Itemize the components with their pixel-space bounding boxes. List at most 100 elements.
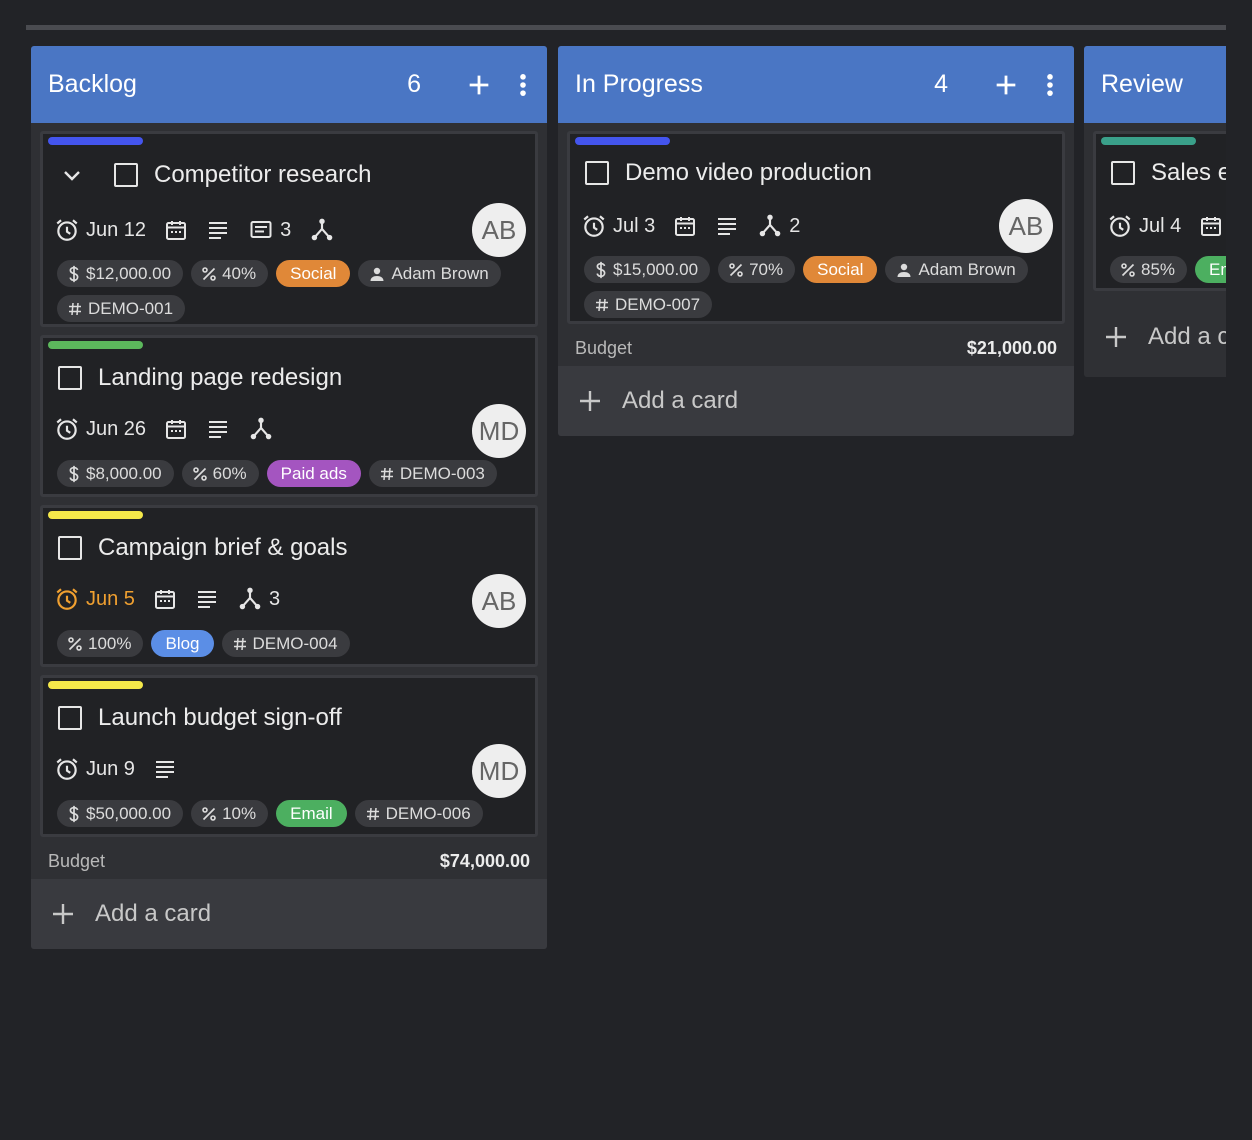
hash-icon xyxy=(596,298,608,311)
card[interactable]: Demo video production Jul 3 2 AB $15,000… xyxy=(567,131,1065,324)
add-card-button[interactable]: Add a card xyxy=(558,366,1074,436)
column-in-progress: In Progress 4 Demo video production Jul … xyxy=(558,46,1074,436)
dollar-icon xyxy=(69,465,79,482)
due-date: Jun 12 xyxy=(54,217,146,243)
progress-chip: 100% xyxy=(57,630,144,657)
progress-chip: 70% xyxy=(718,256,796,283)
calendar-icon xyxy=(154,590,175,609)
card-list: Sales e Jul 4 85% Em xyxy=(1084,123,1226,291)
description-icon xyxy=(209,421,228,438)
category-tag: Paid ads xyxy=(266,460,361,487)
category-tag: Blog xyxy=(151,630,214,657)
column-backlog: Backlog 6 Competitor research Jun 12 3 A… xyxy=(31,46,547,949)
percent-icon xyxy=(68,636,82,651)
assignee-chip: Adam Brown xyxy=(358,260,501,287)
add-icon[interactable] xyxy=(465,71,493,99)
avatar[interactable]: MD xyxy=(472,404,526,458)
color-label xyxy=(48,511,143,519)
avatar[interactable]: AB xyxy=(472,574,526,628)
more-vertical-icon[interactable] xyxy=(1044,71,1056,99)
card-title: Landing page redesign xyxy=(98,364,343,391)
more-vertical-icon[interactable] xyxy=(517,71,529,99)
percent-icon xyxy=(1121,262,1135,277)
alarm-clock-icon xyxy=(56,418,78,440)
description-icon xyxy=(197,591,216,608)
alarm-clock-icon xyxy=(56,588,78,610)
description-icon xyxy=(209,222,228,239)
card[interactable]: Sales e Jul 4 85% Em xyxy=(1093,131,1226,291)
hash-icon xyxy=(69,302,81,315)
percent-icon xyxy=(202,266,216,281)
complete-checkbox[interactable] xyxy=(58,706,82,730)
complete-checkbox[interactable] xyxy=(58,536,82,560)
column-header: Review xyxy=(1084,46,1226,123)
card[interactable]: Launch budget sign-off Jun 9 MD $50,000.… xyxy=(40,675,538,837)
category-tag: Social xyxy=(276,260,351,287)
card-list: Demo video production Jul 3 2 AB $15,000… xyxy=(558,123,1074,324)
percent-icon xyxy=(192,466,207,481)
add-card-button[interactable]: Add a c xyxy=(1084,297,1226,377)
alarm-clock-icon xyxy=(1109,215,1131,237)
plus-icon xyxy=(53,904,73,924)
card-title: Demo video production xyxy=(625,159,872,186)
due-date: Jul 3 xyxy=(581,213,655,239)
add-icon[interactable] xyxy=(992,71,1020,99)
due-date: Jun 9 xyxy=(54,756,135,782)
chevron-down-icon[interactable] xyxy=(60,163,84,187)
complete-checkbox[interactable] xyxy=(114,163,138,187)
color-label xyxy=(48,681,143,689)
complete-checkbox[interactable] xyxy=(1111,161,1135,185)
complete-checkbox[interactable] xyxy=(58,366,82,390)
category-tag: Email xyxy=(276,800,347,827)
column-header: Backlog 6 xyxy=(31,46,547,123)
card-title: Campaign brief & goals xyxy=(98,534,348,561)
card-id-chip: DEMO-007 xyxy=(584,291,713,318)
color-label xyxy=(48,137,143,145)
progress-chip: 85% xyxy=(1110,256,1188,283)
column-card-count: 4 xyxy=(934,70,948,98)
card-id-chip: DEMO-001 xyxy=(57,295,186,322)
color-label xyxy=(1101,137,1196,145)
alarm-clock-icon xyxy=(56,758,78,780)
category-tag: Social xyxy=(803,256,878,283)
description-icon xyxy=(155,761,174,778)
calendar-icon xyxy=(166,221,187,240)
card[interactable]: Campaign brief & goals Jun 5 3 AB 100% B… xyxy=(40,505,538,667)
avatar[interactable]: MD xyxy=(472,744,526,798)
column-title: Backlog xyxy=(48,70,137,98)
subtasks-icon xyxy=(759,214,781,237)
card[interactable]: Competitor research Jun 12 3 AB $12,000.… xyxy=(40,131,538,327)
due-date: Jun 26 xyxy=(54,416,146,442)
color-label xyxy=(575,137,670,145)
card-id-chip: DEMO-003 xyxy=(368,460,497,487)
complete-checkbox[interactable] xyxy=(585,161,609,185)
budget-chip: $12,000.00 xyxy=(57,260,184,287)
person-icon xyxy=(370,267,384,281)
calendar-icon xyxy=(166,420,187,439)
avatar[interactable]: AB xyxy=(472,203,526,257)
progress-chip: 10% xyxy=(191,800,269,827)
hash-icon xyxy=(366,807,379,820)
plus-icon xyxy=(1106,327,1126,347)
percent-icon xyxy=(729,262,743,277)
budget-total: $21,000.00 xyxy=(966,337,1057,358)
card-list: Competitor research Jun 12 3 AB $12,000.… xyxy=(31,123,547,837)
hash-icon xyxy=(380,467,393,480)
hash-icon xyxy=(233,637,246,650)
card-title: Competitor research xyxy=(154,161,372,188)
column-review: Review Sales e Jul 4 85% Em xyxy=(1084,46,1226,377)
card-id-chip: DEMO-004 xyxy=(221,630,350,657)
dollar-icon xyxy=(69,805,79,822)
card-id-chip: DEMO-006 xyxy=(354,800,483,827)
avatar[interactable]: AB xyxy=(999,199,1053,253)
budget-chip: $8,000.00 xyxy=(57,460,174,487)
top-divider xyxy=(26,25,1226,30)
subtasks-icon xyxy=(250,417,272,440)
card[interactable]: Landing page redesign Jun 26 MD $8,000.0… xyxy=(40,335,538,497)
dollar-icon xyxy=(69,265,79,282)
alarm-clock-icon xyxy=(56,219,78,241)
add-card-button[interactable]: Add a card xyxy=(31,879,547,949)
plus-icon xyxy=(580,391,600,411)
assignee-chip: Adam Brown xyxy=(885,256,1028,283)
description-icon xyxy=(718,218,737,235)
